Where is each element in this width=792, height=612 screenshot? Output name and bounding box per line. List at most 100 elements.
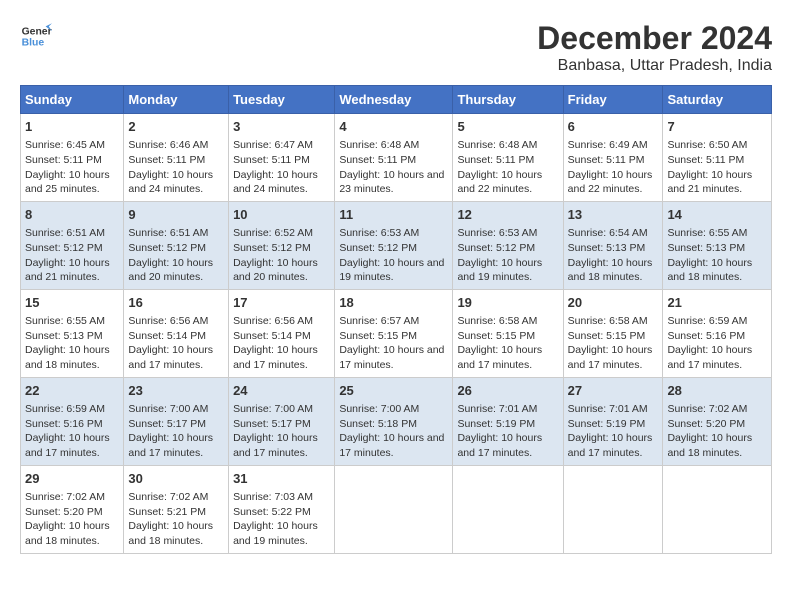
col-monday: Monday <box>124 86 229 114</box>
day-number: 14 <box>667 206 767 224</box>
sunrise: Sunrise: 6:53 AM <box>457 227 537 239</box>
svg-text:General: General <box>22 26 52 37</box>
daylight: Daylight: 10 hours and 17 minutes. <box>233 432 318 459</box>
day-number: 18 <box>339 294 448 312</box>
calendar-cell: 19 Sunrise: 6:58 AM Sunset: 5:15 PM Dayligh… <box>453 289 563 377</box>
day-number: 29 <box>25 470 119 488</box>
daylight: Daylight: 10 hours and 21 minutes. <box>25 257 110 284</box>
day-number: 26 <box>457 382 558 400</box>
sunset: Sunset: 5:12 PM <box>233 242 311 254</box>
daylight: Daylight: 10 hours and 18 minutes. <box>25 520 110 547</box>
daylight: Daylight: 10 hours and 22 minutes. <box>568 169 653 196</box>
sunrise: Sunrise: 7:00 AM <box>233 403 313 415</box>
day-number: 21 <box>667 294 767 312</box>
daylight: Daylight: 10 hours and 17 minutes. <box>457 432 542 459</box>
sunrise: Sunrise: 7:00 AM <box>128 403 208 415</box>
day-number: 2 <box>128 118 224 136</box>
sunrise: Sunrise: 7:00 AM <box>339 403 419 415</box>
calendar-row-3: 15Sunrise: 6:55 AMSunset: 5:13 PMDayligh… <box>21 289 772 377</box>
sunrise: Sunrise: 6:55 AM <box>667 227 747 239</box>
sunset: Sunset: 5:15 PM <box>457 330 535 342</box>
calendar-cell: 14Sunrise: 6:55 AMSunset: 5:13 PMDayligh… <box>663 201 772 289</box>
sunset: Sunset: 5:19 PM <box>568 418 646 430</box>
calendar-cell: 23Sunrise: 7:00 AMSunset: 5:17 PMDayligh… <box>124 377 229 465</box>
calendar-row-1: 1Sunrise: 6:45 AMSunset: 5:11 PMDaylight… <box>21 114 772 202</box>
calendar-cell: 16Sunrise: 6:56 AMSunset: 5:14 PMDayligh… <box>124 289 229 377</box>
calendar-cell: 17 Sunrise: 6:56 AM Sunset: 5:14 PM Dayligh… <box>229 289 335 377</box>
day-number: 17 <box>233 294 330 312</box>
sunrise: Sunrise: 6:51 AM <box>128 227 208 239</box>
calendar-cell: 22Sunrise: 6:59 AMSunset: 5:16 PMDayligh… <box>21 377 124 465</box>
sunset: Sunset: 5:12 PM <box>339 242 417 254</box>
daylight: Daylight: 10 hours and 18 minutes. <box>667 432 752 459</box>
sunset: Sunset: 5:13 PM <box>568 242 646 254</box>
daylight: Daylight: 10 hours and 19 minutes. <box>457 257 542 284</box>
day-number: 11 <box>339 206 448 224</box>
calendar-cell: 1Sunrise: 6:45 AMSunset: 5:11 PMDaylight… <box>21 114 124 202</box>
calendar-cell <box>563 465 663 553</box>
daylight: Daylight: 10 hours and 17 minutes. <box>568 344 653 371</box>
daylight: Daylight: 10 hours and 17 minutes. <box>339 432 444 459</box>
daylight: Daylight: 10 hours and 20 minutes. <box>128 257 213 284</box>
daylight: Daylight: 10 hours and 21 minutes. <box>667 169 752 196</box>
day-number: 19 <box>457 294 558 312</box>
col-saturday: Saturday <box>663 86 772 114</box>
daylight: Daylight: 10 hours and 18 minutes. <box>128 520 213 547</box>
day-number: 10 <box>233 206 330 224</box>
sunset: Sunset: 5:11 PM <box>568 154 645 166</box>
day-number: 3 <box>233 118 330 136</box>
sunrise: Sunrise: 6:53 AM <box>339 227 419 239</box>
day-number: 4 <box>339 118 448 136</box>
sunset: Sunset: 5:11 PM <box>233 154 310 166</box>
calendar-cell: 26Sunrise: 7:01 AMSunset: 5:19 PMDayligh… <box>453 377 563 465</box>
daylight: Daylight: 10 hours and 18 minutes. <box>568 257 653 284</box>
logo: General Blue <box>20 20 52 52</box>
daylight: Daylight: 10 hours and 20 minutes. <box>233 257 318 284</box>
calendar-cell: 12 Sunrise: 6:53 AM Sunset: 5:12 PM Dayligh… <box>453 201 563 289</box>
sunrise: Sunrise: 7:02 AM <box>25 491 105 503</box>
daylight: Daylight: 10 hours and 19 minutes. <box>233 520 318 547</box>
daylight: Daylight: 10 hours and 17 minutes. <box>457 344 542 371</box>
daylight: Daylight: 10 hours and 17 minutes. <box>339 344 444 371</box>
sunrise: Sunrise: 6:46 AM <box>128 139 208 151</box>
sunset: Sunset: 5:16 PM <box>25 418 103 430</box>
calendar-cell <box>663 465 772 553</box>
calendar-cell: 31Sunrise: 7:03 AMSunset: 5:22 PMDayligh… <box>229 465 335 553</box>
calendar-cell: 8Sunrise: 6:51 AMSunset: 5:12 PMDaylight… <box>21 201 124 289</box>
calendar-cell: 15Sunrise: 6:55 AMSunset: 5:13 PMDayligh… <box>21 289 124 377</box>
sunrise: Sunrise: 6:48 AM <box>339 139 419 151</box>
day-number: 9 <box>128 206 224 224</box>
calendar-cell: 25 Sunrise: 7:00 AM Sunset: 5:18 PM Dayligh… <box>335 377 453 465</box>
daylight: Daylight: 10 hours and 19 minutes. <box>339 257 444 284</box>
sunset: Sunset: 5:12 PM <box>457 242 535 254</box>
sunset: Sunset: 5:20 PM <box>667 418 745 430</box>
calendar-cell: 24Sunrise: 7:00 AMSunset: 5:17 PMDayligh… <box>229 377 335 465</box>
day-number: 22 <box>25 382 119 400</box>
day-number: 25 <box>339 382 448 400</box>
sunrise: Sunrise: 6:59 AM <box>667 315 747 327</box>
svg-text:Blue: Blue <box>22 38 45 49</box>
sunset: Sunset: 5:13 PM <box>25 330 103 342</box>
calendar-cell: 9Sunrise: 6:51 AMSunset: 5:12 PMDaylight… <box>124 201 229 289</box>
daylight: Daylight: 10 hours and 17 minutes. <box>233 344 318 371</box>
sunrise: Sunrise: 7:02 AM <box>128 491 208 503</box>
day-number: 12 <box>457 206 558 224</box>
sunset: Sunset: 5:14 PM <box>233 330 311 342</box>
calendar-cell: 6Sunrise: 6:49 AMSunset: 5:11 PMDaylight… <box>563 114 663 202</box>
sunset: Sunset: 5:17 PM <box>128 418 206 430</box>
sunrise: Sunrise: 6:45 AM <box>25 139 105 151</box>
sunset: Sunset: 5:18 PM <box>339 418 417 430</box>
daylight: Daylight: 10 hours and 23 minutes. <box>339 169 444 196</box>
sunrise: Sunrise: 6:58 AM <box>568 315 648 327</box>
day-number: 30 <box>128 470 224 488</box>
sunrise: Sunrise: 6:54 AM <box>568 227 648 239</box>
sunrise: Sunrise: 6:58 AM <box>457 315 537 327</box>
sunrise: Sunrise: 6:47 AM <box>233 139 313 151</box>
day-number: 28 <box>667 382 767 400</box>
calendar-cell: 29Sunrise: 7:02 AMSunset: 5:20 PMDayligh… <box>21 465 124 553</box>
calendar-cell: 4Sunrise: 6:48 AMSunset: 5:11 PMDaylight… <box>335 114 453 202</box>
daylight: Daylight: 10 hours and 17 minutes. <box>25 432 110 459</box>
sunrise: Sunrise: 6:56 AM <box>233 315 313 327</box>
calendar-cell: 2Sunrise: 6:46 AMSunset: 5:11 PMDaylight… <box>124 114 229 202</box>
col-friday: Friday <box>563 86 663 114</box>
